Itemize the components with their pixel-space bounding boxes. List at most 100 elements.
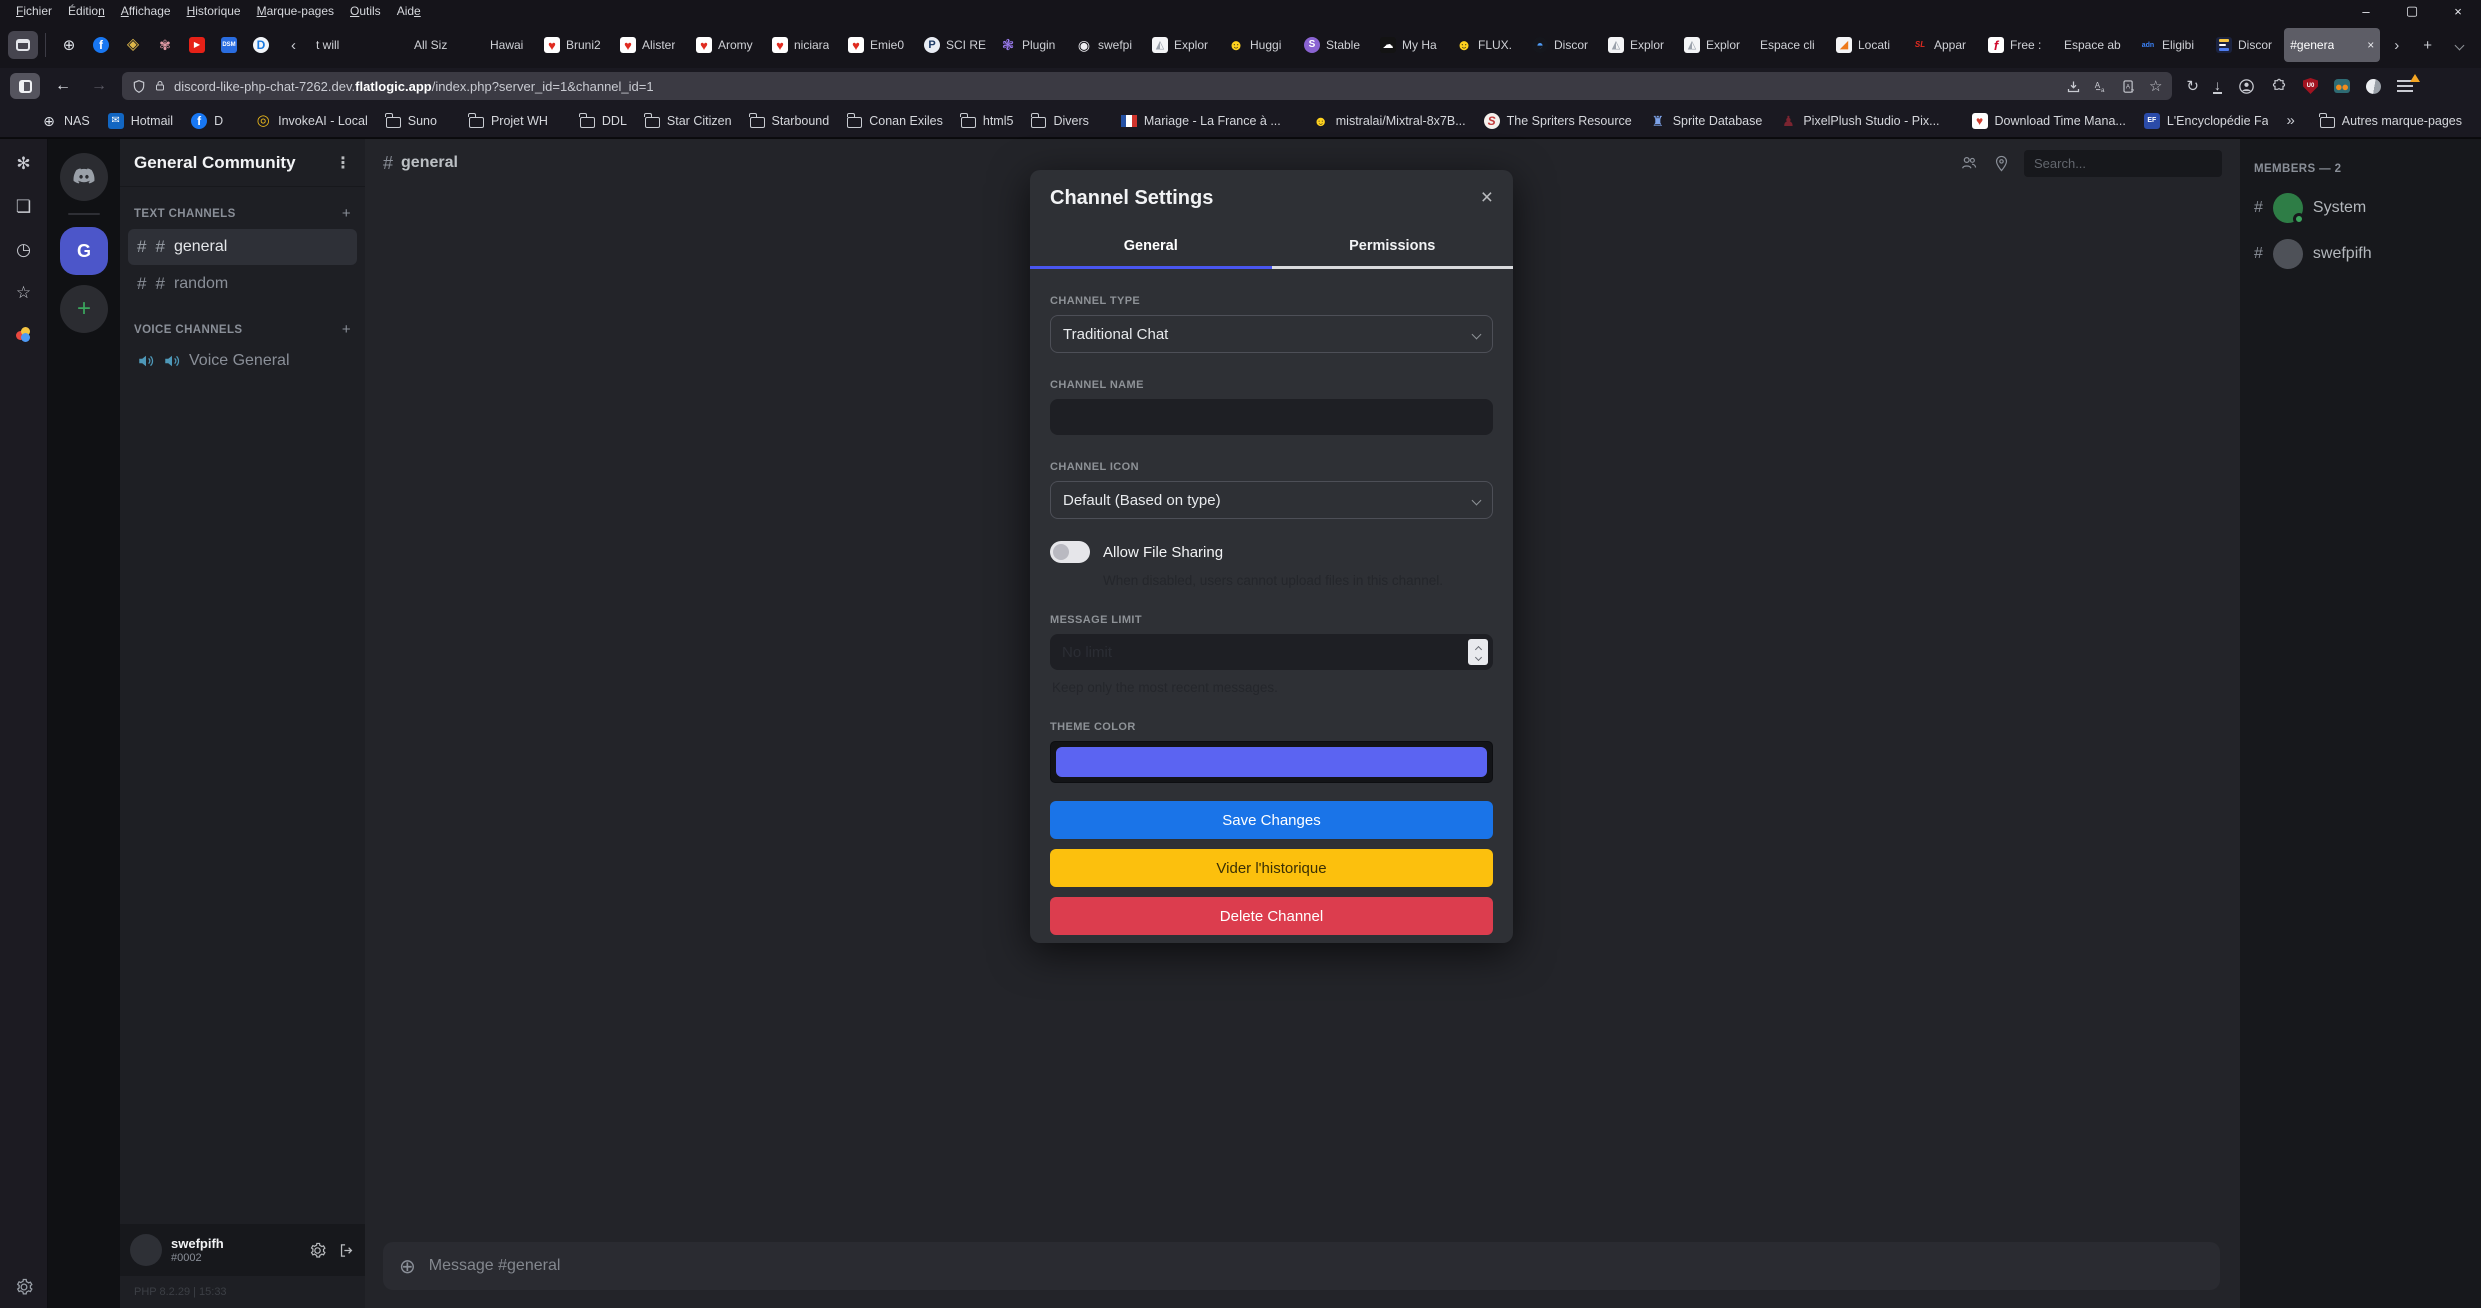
robot-extension-icon[interactable] [2334, 79, 2350, 93]
bookmarks-overflow-button[interactable]: » [2272, 112, 2308, 129]
user-settings-gear-icon[interactable] [309, 1242, 326, 1259]
tab[interactable]: t will [310, 28, 386, 62]
url-bar[interactable]: discord-like-php-chat-7262.dev.flatlogic… [122, 72, 2172, 100]
tab[interactable]: SLAppar [1906, 28, 1982, 62]
bookmark-star-icon[interactable]: ☆ [2149, 77, 2162, 95]
bookmark-item[interactable]: ♥Download Time Mana... [1965, 109, 2133, 133]
menu-item[interactable]: Affichage [113, 2, 179, 20]
tab[interactable]: ◓Discor [1526, 28, 1602, 62]
menu-item[interactable]: Édition [60, 2, 113, 20]
tab[interactable]: ☻FLUX. [1450, 28, 1526, 62]
pin-location-icon[interactable] [1993, 154, 2010, 173]
members-toggle-icon[interactable] [1959, 154, 1979, 172]
search-input[interactable]: Search... [2024, 150, 2222, 177]
add-text-channel-button[interactable]: + [342, 205, 351, 222]
firefox-view-button[interactable] [8, 31, 38, 59]
bookmark-item[interactable]: Star Citizen [638, 110, 739, 132]
tab[interactable]: adnEligibi [2134, 28, 2210, 62]
channel-item-random[interactable]: ##random [128, 266, 357, 302]
bookmark-item[interactable]: Projet WH [462, 110, 555, 132]
bookmark-item[interactable]: html5 [954, 110, 1021, 132]
bookmark-item[interactable]: ♟PixelPlush Studio - Pix... [1773, 109, 1946, 133]
clear-history-button[interactable]: Vider l'historique [1050, 849, 1493, 887]
channel-name-input[interactable] [1050, 399, 1493, 435]
message-limit-input[interactable]: No limit [1050, 634, 1493, 670]
dsm-pinned-tab[interactable]: DSM [221, 37, 237, 53]
bookmark-item[interactable]: Conan Exiles [840, 110, 950, 132]
bookmark-item[interactable]: EFL'Encyclopédie Fantast... [2137, 109, 2269, 133]
tab[interactable]: Espace cli [1754, 28, 1830, 62]
history-icon[interactable]: ◷ [16, 241, 31, 258]
save-changes-button[interactable]: Save Changes [1050, 801, 1493, 839]
channel-type-select[interactable]: Traditional Chat [1050, 315, 1493, 353]
maximize-button[interactable]: ▢ [2389, 3, 2435, 19]
reload-button[interactable]: ↻ [2186, 77, 2199, 95]
server-icon-general-community[interactable]: G [60, 227, 108, 275]
bookmark-item[interactable]: ♜Sprite Database [1643, 109, 1770, 133]
sidebar-settings-gear-icon[interactable] [15, 1278, 33, 1296]
bookmark-item[interactable]: SThe Spriters Resource [1477, 109, 1639, 133]
member-row-swefpifh[interactable]: #swefpifh [2240, 231, 2481, 277]
tab[interactable]: ♥niciara [766, 28, 842, 62]
attach-plus-icon[interactable]: ⊕ [399, 1254, 416, 1279]
tab[interactable]: Hawai [462, 28, 538, 62]
youtube-pinned-tab[interactable]: ▶ [189, 37, 205, 53]
extensions-puzzle-icon[interactable] [2271, 78, 2287, 94]
shield-icon[interactable] [132, 79, 146, 94]
discord-home-button[interactable] [60, 153, 108, 201]
tab[interactable]: ♥Bruni2 [538, 28, 614, 62]
colorways-icon[interactable] [16, 327, 32, 346]
channel-icon-select[interactable]: Default (Based on type) [1050, 481, 1493, 519]
menu-item[interactable]: Fichier [8, 2, 60, 20]
bookmark-item[interactable]: Divers [1024, 110, 1095, 132]
server-menu-icon[interactable]: ⋮ [335, 153, 351, 173]
account-icon[interactable] [2238, 78, 2255, 95]
menu-item[interactable]: Historique [179, 2, 249, 20]
bookmark-item[interactable]: Mariage - La France à ... [1114, 109, 1288, 133]
bookmarks-icon[interactable]: ☆ [16, 284, 31, 301]
tab[interactable]: ◢Locati [1830, 28, 1906, 62]
bookmark-item[interactable]: Suno [379, 110, 444, 132]
creature-pinned-tab[interactable]: ✾ [157, 37, 173, 53]
tab[interactable]: ☁My Ha [1374, 28, 1450, 62]
server-header[interactable]: General Community ⋮ [120, 139, 365, 187]
globe-pinned-tab[interactable]: ⊕ [61, 37, 77, 53]
delete-channel-button[interactable]: Delete Channel [1050, 897, 1493, 935]
translate-icon[interactable]: Aa [2093, 79, 2109, 94]
tab[interactable]: ◉swefpi [1070, 28, 1146, 62]
menu-item[interactable]: Marque-pages [249, 2, 342, 20]
new-tab-button[interactable]: + [2413, 37, 2442, 54]
sidebar-toggle-button[interactable] [10, 73, 40, 99]
minimize-button[interactable]: – [2343, 4, 2389, 19]
diamond-pinned-tab[interactable]: ◈ [125, 37, 141, 53]
menu-item[interactable]: Aide [389, 2, 429, 20]
tab-permissions[interactable]: Permissions [1272, 228, 1514, 269]
tab-general[interactable]: General [1030, 228, 1272, 269]
tab[interactable]: ◭Explor [1602, 28, 1678, 62]
tab[interactable]: ♥Aromy [690, 28, 766, 62]
file-sharing-toggle[interactable] [1050, 541, 1090, 563]
facebook-pinned-tab[interactable]: f [93, 37, 109, 53]
member-row-system[interactable]: #System [2240, 185, 2481, 231]
bookmark-item[interactable]: Starbound [743, 110, 837, 132]
theme-color-picker[interactable] [1050, 741, 1493, 783]
screenshot-tool-icon[interactable]: ❏ [16, 198, 31, 215]
voice-channel-item[interactable]: Voice General [120, 344, 365, 378]
bookmark-item[interactable]: fD [184, 109, 230, 133]
other-bookmarks-folder[interactable]: Autres marque-pages [2313, 110, 2469, 132]
tab[interactable]: ♥Emie0 [842, 28, 918, 62]
lock-icon[interactable] [154, 79, 166, 93]
tab[interactable]: SStable [1298, 28, 1374, 62]
menu-item[interactable]: Outils [342, 2, 389, 20]
scroll-tabs-right-button[interactable]: › [2384, 37, 2409, 54]
tab[interactable]: All Siz [386, 28, 462, 62]
downloads-icon[interactable]: ↓ [2213, 79, 2222, 94]
ai-chatbot-icon[interactable]: ✻ [16, 155, 30, 172]
tab[interactable]: PSCI RE [918, 28, 994, 62]
add-server-button[interactable]: + [60, 285, 108, 333]
bookmark-item[interactable]: ☻mistralai/Mixtral-8x7B... [1306, 109, 1473, 133]
synology-pinned-tab[interactable]: D [253, 37, 269, 53]
channel-item-general[interactable]: ##general [128, 229, 357, 265]
tab[interactable]: ◭Explor [1678, 28, 1754, 62]
bookmark-item[interactable]: DDL [573, 110, 634, 132]
